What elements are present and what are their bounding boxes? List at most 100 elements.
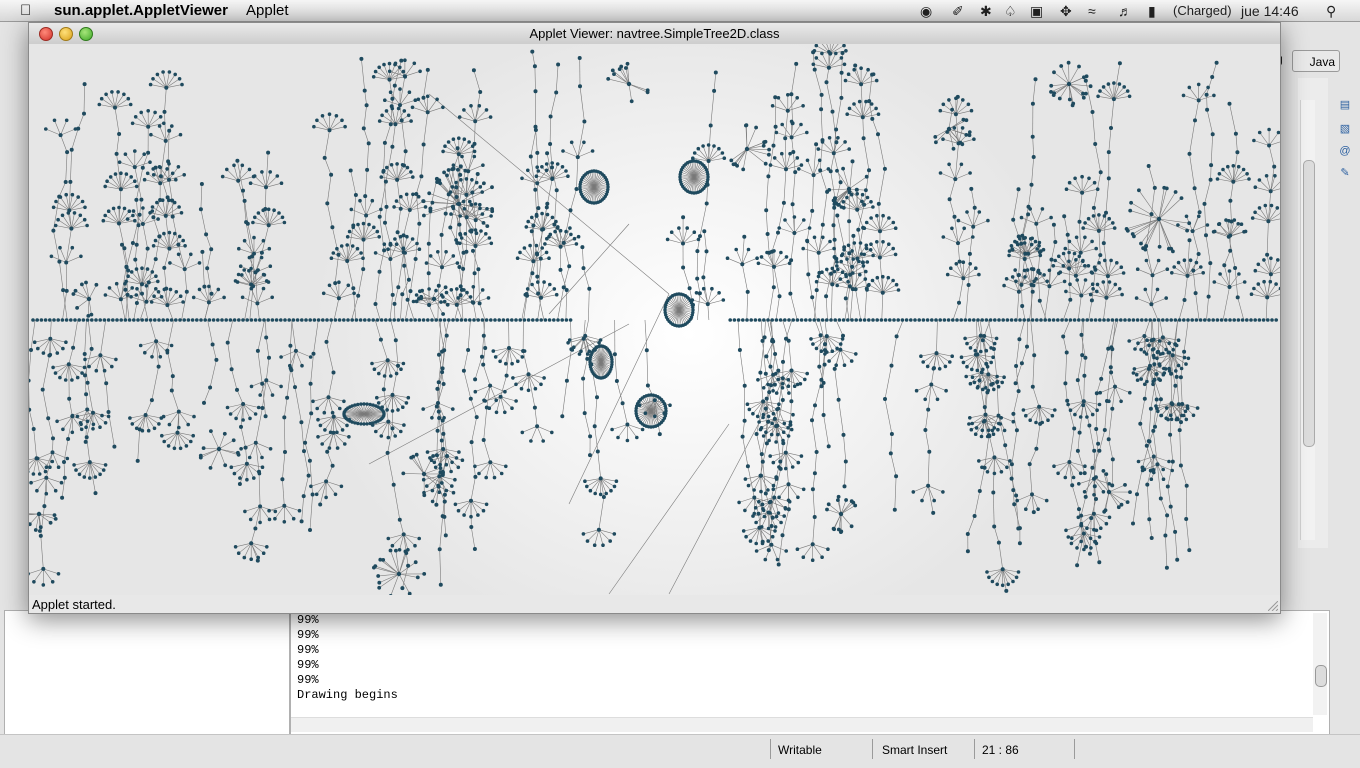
hierarchy-icon[interactable]: ▧ bbox=[1338, 122, 1352, 136]
tree-node bbox=[144, 284, 149, 288]
tree-node bbox=[448, 190, 453, 194]
tree-node bbox=[442, 514, 447, 519]
tree-node bbox=[384, 204, 389, 209]
tree-node bbox=[791, 412, 795, 417]
bluetooth-icon[interactable]: ✱ bbox=[980, 3, 992, 19]
tree-node bbox=[961, 117, 966, 122]
tree-node bbox=[846, 318, 850, 322]
tree-node bbox=[270, 318, 275, 322]
tree-node bbox=[392, 205, 396, 209]
tree-node bbox=[744, 534, 748, 539]
resize-grip-icon[interactable] bbox=[1268, 601, 1278, 611]
tree-node bbox=[1149, 536, 1154, 540]
tree-node bbox=[972, 205, 977, 210]
tree-node bbox=[620, 401, 625, 406]
tree-node bbox=[69, 318, 73, 322]
tree-node bbox=[761, 399, 766, 404]
tree-node bbox=[1261, 318, 1266, 322]
scrollbar-thumb[interactable] bbox=[1315, 665, 1327, 687]
tree-node bbox=[1190, 229, 1195, 234]
tree-node bbox=[1068, 318, 1073, 322]
tree-node bbox=[1060, 318, 1064, 322]
tree-node bbox=[1004, 588, 1009, 593]
tree-node bbox=[106, 318, 111, 322]
tree-graph[interactable] bbox=[29, 44, 1280, 595]
tree-node bbox=[145, 246, 150, 251]
tree-node bbox=[1009, 462, 1014, 467]
tree-visualization-canvas[interactable] bbox=[29, 44, 1280, 595]
javadoc-icon[interactable]: @ bbox=[1338, 144, 1352, 158]
console-scrollbar[interactable] bbox=[1313, 613, 1327, 715]
tree-node bbox=[1015, 242, 1020, 247]
tree-node bbox=[82, 111, 86, 116]
apple-icon[interactable]:  bbox=[20, 2, 31, 20]
tree-node bbox=[308, 381, 313, 386]
scrollbar-thumb[interactable] bbox=[1303, 160, 1315, 447]
tree-node bbox=[438, 462, 442, 467]
tree-node bbox=[1104, 472, 1109, 476]
menu-applet[interactable]: Applet bbox=[246, 2, 289, 20]
tree-node bbox=[44, 127, 48, 131]
tree-node bbox=[473, 228, 478, 232]
tree-node bbox=[478, 202, 482, 207]
tree-node bbox=[245, 221, 250, 226]
tree-node bbox=[253, 526, 258, 531]
tree-node bbox=[444, 333, 449, 338]
clock[interactable]: jue 14:46 bbox=[1241, 3, 1299, 19]
tree-node bbox=[448, 225, 453, 230]
tree-node bbox=[390, 543, 395, 548]
tree-node bbox=[773, 95, 778, 100]
tree-node bbox=[127, 209, 132, 213]
tree-node bbox=[436, 483, 441, 488]
tree-node bbox=[540, 165, 544, 169]
tree-node bbox=[201, 446, 206, 450]
tree-node bbox=[1253, 185, 1258, 189]
volume-icon[interactable]: ♬ bbox=[1118, 3, 1132, 19]
tree-node bbox=[1064, 528, 1068, 533]
declaration-icon[interactable]: ✎ bbox=[1338, 166, 1352, 180]
editor-scrollbar[interactable] bbox=[1300, 100, 1315, 540]
tree-node bbox=[1214, 60, 1219, 65]
evernote-icon[interactable]: ♤ bbox=[1004, 3, 1017, 19]
tree-node bbox=[84, 392, 89, 397]
disk-icon[interactable]: ◉ bbox=[920, 3, 932, 19]
search-icon[interactable]: ⚲ bbox=[1326, 3, 1336, 19]
tree-node bbox=[1161, 318, 1165, 322]
perspective-java-button[interactable]: Java bbox=[1292, 50, 1340, 72]
battery-icon[interactable]: ▮ bbox=[1148, 3, 1156, 19]
tree-node bbox=[1151, 468, 1156, 472]
window-titlebar[interactable]: Applet Viewer: navtree.SimpleTree2D.clas… bbox=[29, 23, 1280, 45]
app-menu-name[interactable]: sun.applet.AppletViewer bbox=[54, 2, 228, 20]
tree-node bbox=[134, 184, 139, 189]
tree-node bbox=[195, 318, 199, 322]
tool-icon[interactable]: ✐ bbox=[952, 3, 964, 19]
tree-node bbox=[473, 202, 478, 206]
tree-node bbox=[781, 438, 785, 443]
tree-node bbox=[224, 318, 228, 322]
tree-node bbox=[1075, 563, 1080, 568]
tree-node bbox=[1161, 477, 1166, 482]
tree-node bbox=[473, 377, 478, 382]
tree-node bbox=[705, 302, 710, 307]
tree-node bbox=[1173, 529, 1178, 534]
display-icon[interactable]: ▣ bbox=[1030, 3, 1043, 19]
outline-icon[interactable]: ▤ bbox=[1338, 98, 1352, 112]
tree-node bbox=[35, 456, 40, 461]
tree-node bbox=[773, 525, 778, 529]
tree-node bbox=[837, 318, 842, 322]
battery-status[interactable]: (Charged) bbox=[1173, 3, 1232, 19]
tree-node bbox=[168, 261, 172, 265]
tree-node bbox=[86, 296, 92, 302]
wifi-icon[interactable]: ≈ bbox=[1088, 3, 1096, 19]
tree-node bbox=[1276, 130, 1280, 135]
tree-node bbox=[1151, 353, 1156, 358]
tree-node bbox=[834, 51, 838, 56]
console-hscrollbar[interactable] bbox=[291, 717, 1313, 732]
tree-node bbox=[816, 147, 821, 151]
tree-node bbox=[1092, 265, 1097, 269]
sync-icon[interactable]: ✥ bbox=[1060, 3, 1072, 19]
tree-node bbox=[1092, 527, 1096, 532]
tree-node bbox=[316, 435, 320, 439]
tree-node bbox=[1148, 318, 1152, 322]
tree-node bbox=[1049, 83, 1054, 88]
